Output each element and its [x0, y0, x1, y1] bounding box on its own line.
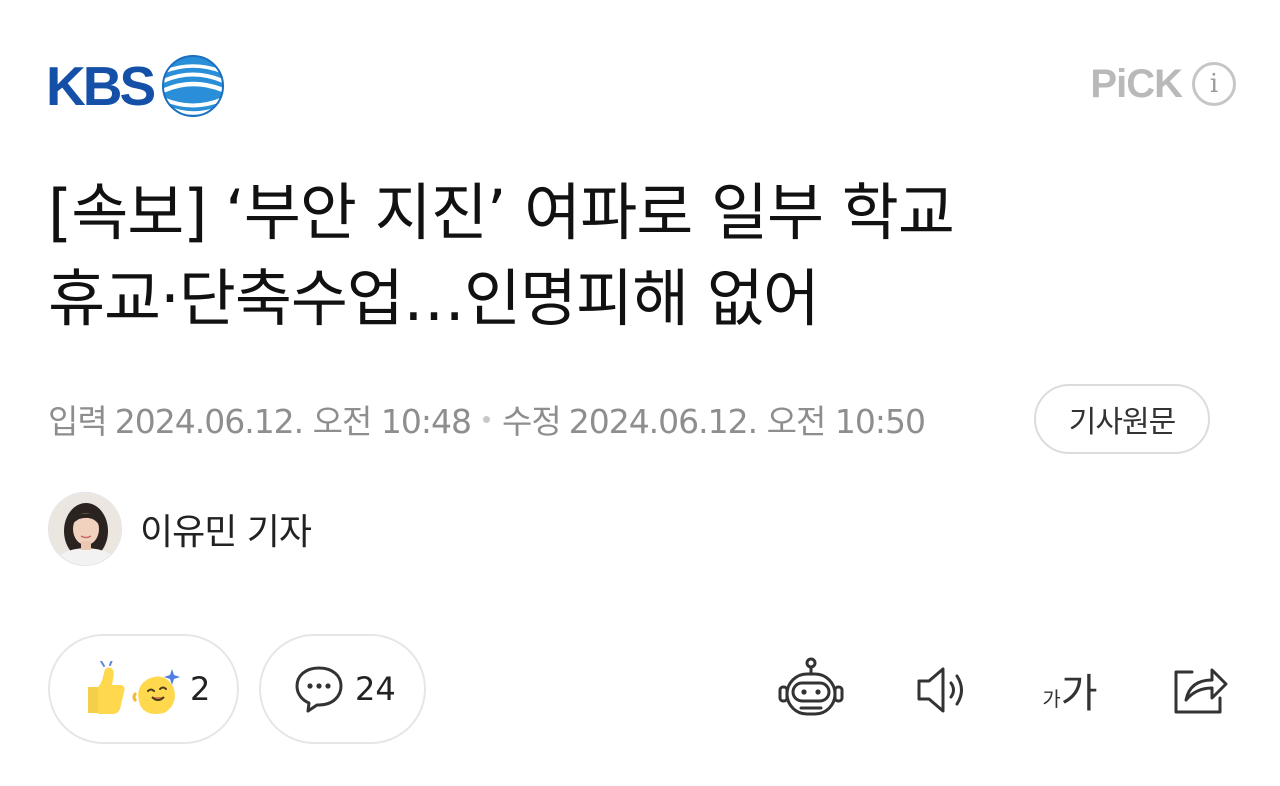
summary-bot-button[interactable]	[776, 655, 846, 725]
comment-count: 24	[355, 670, 396, 708]
brand-logo[interactable]: KBS	[46, 54, 225, 118]
modified-datetime: 2024.06.12. 오전 10:50	[568, 402, 926, 441]
font-size-button[interactable]: 가가	[1030, 655, 1110, 725]
pick-label: PiCK	[1090, 62, 1183, 106]
robot-summary-icon	[778, 657, 844, 716]
kbs-globe-icon	[162, 55, 225, 117]
comment-button[interactable]: 24	[259, 634, 426, 744]
separator-dot	[482, 415, 490, 423]
original-article-button[interactable]: 기사원문	[1034, 384, 1210, 454]
reporter-name: 이유민 기자	[140, 512, 312, 553]
input-label: 입력	[48, 402, 108, 441]
reporter-avatar	[48, 492, 122, 566]
reaction-count: 2	[190, 670, 211, 708]
font-size-small-label: 가	[1042, 686, 1061, 711]
comment-icon	[295, 666, 343, 713]
speaker-icon	[917, 667, 963, 713]
modified-label: 수정	[501, 402, 562, 441]
headline-line-1: [속보] ‘부안 지진’ 여파로 일부 학교	[48, 176, 955, 249]
input-datetime: 2024.06.12. 오전 10:48	[114, 402, 472, 441]
reaction-button[interactable]: 2	[48, 634, 239, 744]
cheer-face-icon	[132, 669, 180, 714]
reporter[interactable]: 이유민 기자	[48, 492, 312, 566]
info-icon[interactable]: i	[1192, 62, 1236, 106]
share-button[interactable]	[1164, 655, 1234, 725]
pick-badge: PiCK i	[1090, 62, 1236, 106]
article-headline: [속보] ‘부안 지진’ 여파로 일부 학교 휴교·단축수업…인명피해 없어	[48, 170, 1228, 342]
text-to-speech-button[interactable]	[906, 655, 976, 725]
font-size-large-label: 가	[1060, 671, 1098, 717]
brand-logo-text: KBS	[46, 54, 156, 117]
thumbs-up-icon	[88, 661, 125, 714]
share-icon	[1174, 668, 1228, 714]
article-meta: 입력 2024.06.12. 오전 10:48 수정 2024.06.12. 오…	[48, 395, 926, 443]
headline-line-2: 휴교·단축수업…인명피해 없어	[48, 262, 820, 335]
